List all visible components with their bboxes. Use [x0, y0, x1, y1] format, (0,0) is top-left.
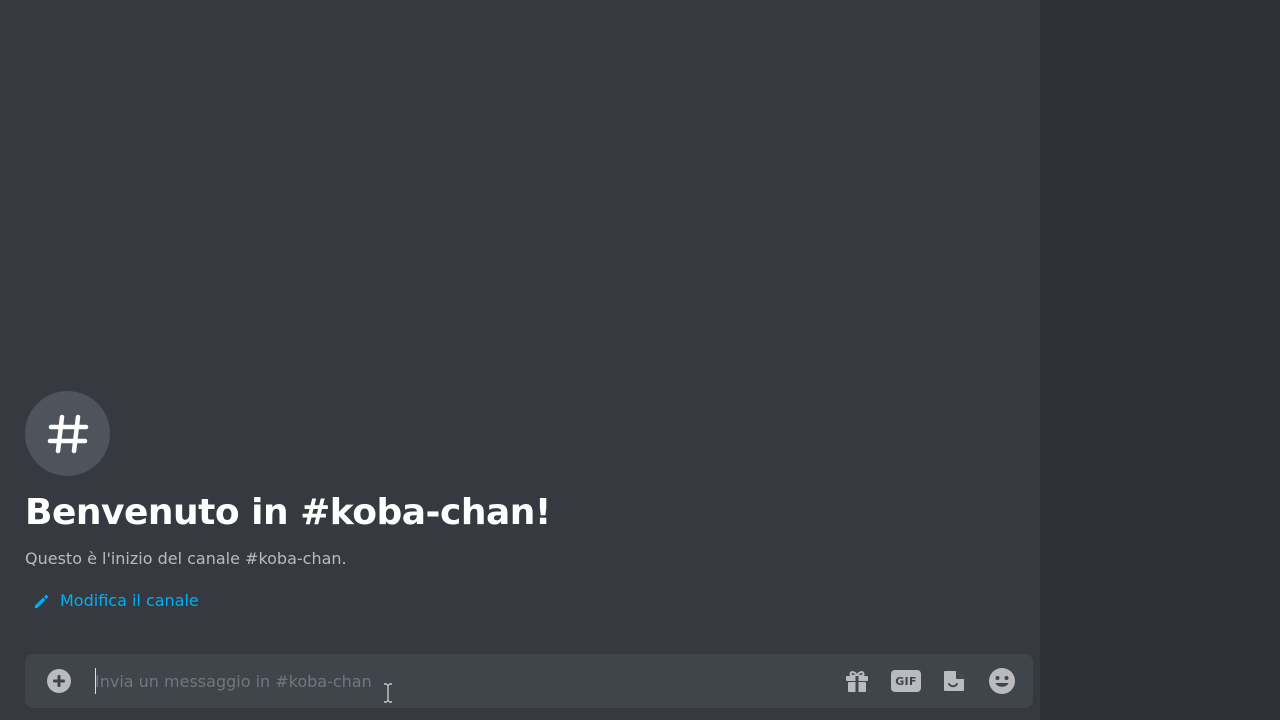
- edit-channel-label: Modifica il canale: [60, 591, 199, 610]
- hashtag-icon: [47, 414, 88, 453]
- message-input[interactable]: [95, 664, 815, 698]
- chat-area: Benvenuto in #koba-chan! Questo è l'iniz…: [0, 0, 1040, 720]
- edit-channel-link[interactable]: Modifica il canale: [32, 590, 199, 612]
- plus-circle-icon: [47, 669, 71, 693]
- channel-hashtag-icon: [25, 391, 110, 476]
- sticker-icon: [944, 671, 964, 691]
- message-composer: GIF: [25, 654, 1033, 708]
- gif-icon: GIF: [891, 670, 921, 692]
- input-caret: [95, 668, 96, 694]
- gift-icon: [846, 671, 868, 692]
- chat-scrollbar[interactable]: [1040, 0, 1052, 648]
- add-attachment-button[interactable]: [46, 668, 72, 694]
- emoji-button[interactable]: [987, 666, 1017, 696]
- welcome-title: Benvenuto in #koba-chan!: [25, 492, 551, 533]
- gift-button[interactable]: [842, 666, 872, 696]
- sticker-button[interactable]: [939, 666, 969, 696]
- right-panel: [1052, 0, 1280, 720]
- text-cursor-icon: [384, 683, 392, 703]
- emoji-icon: [989, 668, 1015, 694]
- pencil-icon: [34, 594, 49, 608]
- welcome-subtitle: Questo è l'inizio del canale #koba-chan.: [25, 549, 347, 568]
- gif-button[interactable]: GIF: [891, 666, 921, 696]
